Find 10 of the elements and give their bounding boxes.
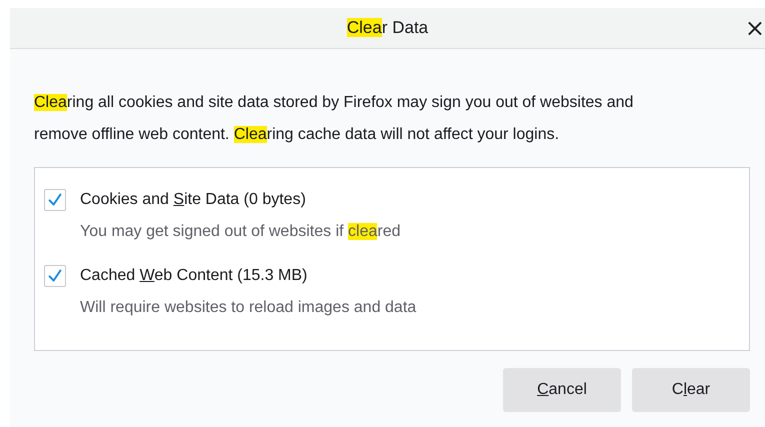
cancel-button[interactable]: Cancel — [503, 368, 621, 412]
option-description: Will require websites to reload images and data — [80, 298, 416, 318]
dialog-title: Clear Data — [346, 18, 428, 38]
option-label[interactable]: Cookies and Site Data (0 bytes) — [80, 188, 400, 212]
message-text: Clearing all cookies and site data stored by Firefox may sign you out of websites and remove offline web content. Clearing cache data will not affect your logins. — [34, 93, 634, 145]
close-button[interactable]: × — [740, 14, 765, 42]
checkbox[interactable] — [44, 189, 66, 211]
checkbox[interactable] — [44, 265, 66, 287]
clear-button[interactable]: Clear — [632, 368, 750, 412]
option-label[interactable]: Cached Web Content (15.3 MB) — [80, 264, 416, 288]
